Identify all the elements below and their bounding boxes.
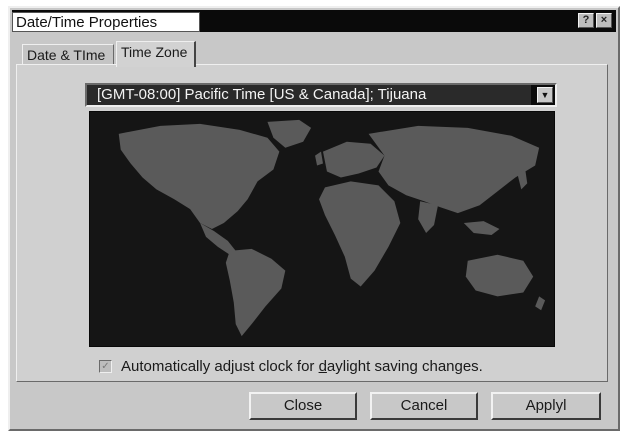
world-map-graphic (118, 119, 546, 337)
world-map[interactable] (89, 111, 555, 347)
close-button[interactable]: Close (249, 392, 357, 420)
timezone-dropdown[interactable]: [GMT-08:00] Pacific Time [US & Canada]; … (85, 83, 557, 107)
india-landmass (418, 201, 439, 233)
central-america-landmass (200, 223, 236, 255)
timezone-selected-value[interactable]: [GMT-08:00] Pacific Time [US & Canada]; … (87, 85, 531, 105)
asia-landmass (368, 125, 540, 214)
chevron-down-icon[interactable]: ▼ (537, 87, 553, 103)
tab-date-time[interactable]: Date & TIme (22, 44, 114, 66)
greenland-landmass (267, 119, 312, 148)
australia-landmass (465, 254, 534, 297)
cancel-button[interactable]: Cancel (370, 392, 478, 420)
apply-button[interactable]: Applyl (491, 392, 601, 420)
daylight-saving-label[interactable]: Automatically adjust clock for daylight … (121, 357, 483, 377)
europe-landmass (322, 141, 385, 178)
tab-time-zone[interactable]: Time Zone (116, 41, 196, 67)
time-zone-panel: [GMT-08:00] Pacific Time [US & Canada]; … (16, 64, 608, 382)
help-button[interactable]: ? (578, 13, 594, 28)
uk-landmass (315, 151, 323, 166)
title-bar: Date/Time Properties ? × (12, 10, 616, 32)
south-america-landmass (225, 248, 286, 337)
window-title: Date/Time Properties (12, 12, 200, 32)
africa-landmass (319, 181, 401, 287)
daylight-saving-checkbox[interactable]: ✓ (99, 360, 112, 373)
north-america-landmass (118, 123, 280, 229)
new-zealand-landmass (535, 296, 546, 311)
close-window-button[interactable]: × (596, 13, 612, 28)
southeast-asia-islands (463, 221, 500, 235)
